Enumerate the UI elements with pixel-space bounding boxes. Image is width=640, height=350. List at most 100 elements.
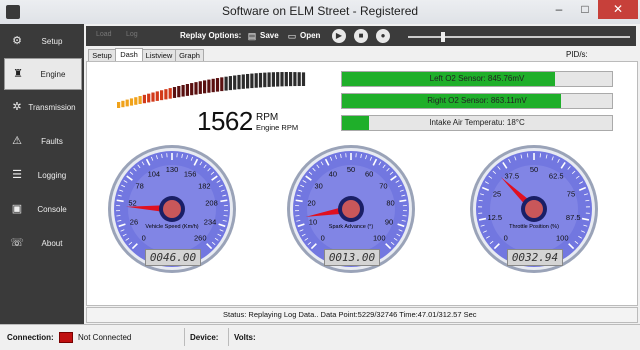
- gauge-tick-label: 40: [329, 169, 337, 178]
- engine-icon: ♜: [11, 67, 25, 81]
- gauge-hub: [342, 200, 360, 218]
- gear-icon: ⚙: [10, 34, 24, 48]
- gauge-caption: Spark Advance (°): [306, 224, 396, 230]
- gauge-tick-label: 0: [504, 233, 508, 242]
- bar-label: Right O2 Sensor: 863.11mV: [342, 96, 612, 105]
- minimize-button[interactable]: –: [546, 0, 572, 19]
- gauge-tick-label: 100: [556, 233, 569, 242]
- rpm-segment: [186, 84, 189, 96]
- sidebar-item-setup[interactable]: ⚙ Setup: [4, 26, 80, 56]
- tab-dash[interactable]: Dash: [115, 48, 143, 62]
- rpm-segment: [212, 79, 215, 92]
- rpm-segment: [246, 74, 249, 88]
- divider: [184, 328, 185, 346]
- replay-slider-thumb[interactable]: [441, 32, 445, 42]
- tab-setup[interactable]: Setup: [88, 49, 116, 61]
- rpm-segment: [216, 78, 219, 92]
- gauge-minor-tick: [224, 216, 228, 217]
- record-button[interactable]: ●: [376, 29, 390, 43]
- sidebar-item-label: Setup: [26, 37, 78, 46]
- list-icon: ☰: [10, 168, 24, 182]
- gauge-tick-label: 50: [347, 165, 355, 174]
- gauge-tick-label: 0: [321, 233, 325, 242]
- replay-options-label: Replay Options:: [180, 31, 241, 40]
- rpm-segment: [242, 74, 245, 88]
- save-icon: ▤: [246, 30, 258, 42]
- log-button[interactable]: Log: [126, 31, 138, 38]
- rpm-segment: [151, 93, 154, 102]
- tab-graph[interactable]: Graph: [175, 49, 204, 61]
- intake-air-temp-bar: Intake Air Temperatu: 18°C: [341, 115, 613, 131]
- gauge-caption: Vehicle Speed (Km/h): [127, 224, 217, 230]
- main-area: Load Log Replay Options: ▤ Save ▭ Open ▶…: [84, 24, 640, 324]
- sidebar-item-logging[interactable]: ☰ Logging: [4, 160, 80, 190]
- rpm-segment: [285, 72, 288, 86]
- left-o2-sensor-bar: Left O2 Sensor: 845.76mV: [341, 71, 613, 87]
- rpm-segment: [173, 87, 176, 98]
- rpm-sublabel: Engine RPM: [256, 123, 298, 132]
- sidebar-item-label: Logging: [26, 171, 78, 180]
- connection-status-indicator: [59, 332, 73, 343]
- device-label: Device:: [190, 333, 218, 342]
- sidebar-item-label: Engine: [27, 70, 79, 79]
- gauge-tick-label: 37.5: [504, 172, 519, 181]
- save-button[interactable]: Save: [260, 31, 279, 40]
- rpm-segment: [156, 91, 159, 101]
- sidebar-item-transmission[interactable]: ✲ Transmission: [4, 92, 80, 122]
- sidebar-item-faults[interactable]: ⚠ Faults: [4, 126, 80, 156]
- pid-rate-label: PID/s:: [566, 50, 588, 59]
- open-folder-icon: ▭: [286, 30, 298, 42]
- open-button[interactable]: Open: [300, 31, 320, 40]
- sidebar-item-label: Transmission: [26, 103, 78, 112]
- load-log-button[interactable]: Load: [96, 31, 112, 38]
- rpm-segment: [117, 102, 120, 108]
- rpm-segment: [289, 72, 292, 86]
- rpm-segment: [177, 86, 180, 97]
- gauge-tick-label: 70: [379, 181, 387, 190]
- sidebar-item-about[interactable]: ☏ About: [4, 228, 80, 258]
- play-button[interactable]: ▶: [332, 29, 346, 43]
- gauge-tick-label: 80: [386, 199, 394, 208]
- gauge-tick-label: 60: [365, 169, 373, 178]
- tab-listview[interactable]: Listview: [142, 49, 176, 61]
- rpm-segment: [220, 77, 223, 91]
- rpm-segment: [147, 94, 150, 103]
- window-title: Software on ELM Street - Registered: [0, 4, 640, 18]
- gauge-tick-label: 100: [373, 233, 386, 242]
- rpm-segment: [233, 75, 236, 89]
- connection-status: Not Connected: [78, 333, 131, 342]
- gauge-minor-tick: [403, 216, 407, 217]
- connection-label: Connection:: [7, 333, 54, 342]
- rpm-segment: [203, 80, 206, 93]
- rpm-segment: [237, 75, 240, 89]
- sidebar-item-console[interactable]: ▣ Console: [4, 194, 80, 224]
- sidebar-item-label: Faults: [26, 137, 78, 146]
- stop-button[interactable]: ■: [354, 29, 368, 43]
- divider: [228, 328, 229, 346]
- replay-status-text: Status: Replaying Log Data.. Data Point:…: [223, 310, 477, 319]
- rpm-segment: [190, 83, 193, 95]
- rpm-segment: [121, 101, 124, 107]
- gauge-tick-label: 52: [128, 199, 136, 208]
- sidebar: ⚙ Setup ♜ Engine ✲ Transmission ⚠ Faults…: [0, 24, 84, 324]
- rpm-segment: [268, 72, 271, 87]
- rpm-segment: [199, 81, 202, 94]
- gauge-tick-label: 0: [142, 233, 146, 242]
- gauge-tick-label: 12.5: [487, 213, 502, 222]
- speed-readout: 0046.00: [145, 249, 201, 266]
- rpm-segment: [229, 76, 232, 90]
- sidebar-item-engine[interactable]: ♜ Engine: [4, 58, 82, 90]
- transmission-gear-icon: ✲: [10, 100, 24, 114]
- rpm-segment: [143, 95, 146, 103]
- gauge-tick-label: 260: [194, 233, 207, 242]
- close-button[interactable]: ✕: [598, 0, 638, 19]
- gauge-minor-tick: [295, 216, 299, 217]
- gauge-minor-tick: [116, 216, 120, 217]
- gauge-major-tick: [220, 200, 227, 201]
- dash-panel: 1562 RPM Engine RPM Left O2 Sensor: 845.…: [86, 61, 638, 306]
- maximize-button[interactable]: □: [572, 0, 598, 19]
- rpm-unit: RPM: [256, 112, 278, 123]
- gauge-tick-label: 130: [166, 165, 179, 174]
- rpm-segment: [169, 88, 172, 99]
- console-chip-icon: ▣: [10, 202, 24, 216]
